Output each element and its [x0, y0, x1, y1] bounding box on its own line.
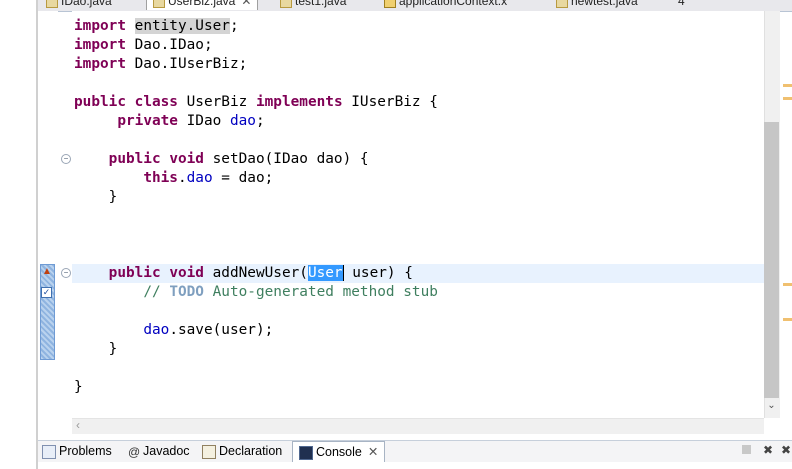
- tab-javadoc[interactable]: @ Javadoc: [128, 441, 190, 461]
- code-line-9: this.dao = dao;: [143, 170, 274, 186]
- left-panel-edge: [0, 0, 38, 469]
- code-line-17: dao.save(user);: [143, 322, 274, 338]
- console-icon: [299, 445, 313, 460]
- selected-text: User: [307, 265, 343, 281]
- remove-launch-icon[interactable]: ✖: [762, 444, 774, 456]
- code-line-3: import Dao.IUserBiz;: [74, 56, 248, 72]
- tab-idao-java[interactable]: IDao.java: [46, 0, 112, 10]
- tab-problems[interactable]: Problems: [42, 441, 112, 461]
- terminate-icon[interactable]: [740, 444, 752, 456]
- problems-icon: [42, 444, 56, 459]
- code-line-14: public void addNewUser(User user) {: [108, 265, 413, 281]
- at-icon: @: [128, 444, 141, 459]
- code-line-1: import entity.User;: [74, 18, 239, 34]
- close-icon[interactable]: ✕: [368, 445, 378, 459]
- tab-application-context[interactable]: applicationContext.x: [384, 0, 507, 10]
- java-file-icon: [280, 0, 292, 8]
- tab-overflow-count[interactable]: 4: [678, 0, 685, 10]
- fold-collapse-icon[interactable]: −: [61, 154, 71, 164]
- tab-declaration[interactable]: Declaration: [202, 441, 282, 461]
- overview-ruler-mark[interactable]: [783, 283, 792, 286]
- overview-ruler-mark[interactable]: [783, 318, 792, 321]
- overview-ruler-mark[interactable]: [783, 84, 792, 87]
- code-line-6: private IDao dao;: [117, 113, 265, 129]
- fold-collapse-icon[interactable]: −: [61, 268, 71, 278]
- declaration-icon: [202, 444, 216, 459]
- overview-ruler-mark[interactable]: [783, 97, 792, 100]
- tab-console[interactable]: Console ✕: [292, 441, 386, 462]
- scrollbar-thumb[interactable]: [764, 122, 779, 398]
- tab-newtest-java[interactable]: newtest.java: [556, 0, 638, 10]
- code-line-2: import Dao.IDao;: [74, 37, 213, 53]
- tab-test1-java[interactable]: test1.java: [280, 0, 346, 10]
- xml-file-icon: [384, 0, 396, 8]
- code-line-15: // TODO Auto-generated method stub: [143, 284, 438, 300]
- horizontal-scrollbar[interactable]: [72, 418, 764, 434]
- tab-userbiz-java[interactable]: UserBiz.java ✕: [146, 0, 259, 10]
- close-icon[interactable]: ✕: [241, 0, 251, 8]
- code-line-20: }: [74, 379, 83, 395]
- java-file-icon: [153, 0, 165, 8]
- code-line-5: public class UserBiz implements IUserBiz…: [74, 94, 438, 110]
- java-file-icon: [46, 0, 58, 8]
- task-marker-icon[interactable]: ✓: [41, 287, 52, 298]
- override-marker-icon[interactable]: ▲: [41, 266, 53, 278]
- code-line-10: }: [108, 189, 118, 205]
- code-line-18: }: [108, 341, 118, 357]
- scroll-left-icon[interactable]: ‹: [76, 418, 88, 433]
- console-output: [38, 462, 792, 469]
- scroll-down-icon[interactable]: ⌄: [764, 400, 779, 414]
- remove-all-icon[interactable]: ✖: [780, 444, 792, 456]
- quick-diff-bar: [40, 264, 55, 360]
- code-line-8: public void setDao(IDao dao) {: [108, 151, 369, 167]
- java-file-icon: [556, 0, 568, 8]
